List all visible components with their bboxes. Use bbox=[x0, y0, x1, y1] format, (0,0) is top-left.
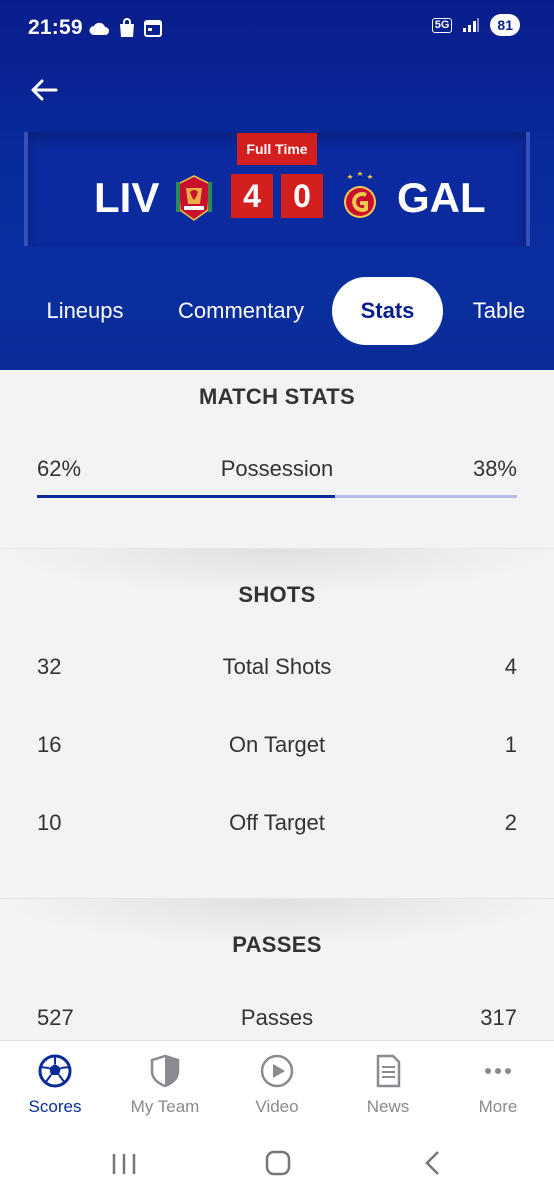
stats-content[interactable]: MATCH STATS 62% Possession 38% SHOTS 32 … bbox=[0, 370, 554, 1040]
home-team-name: LIV bbox=[94, 174, 160, 221]
recent-apps-icon[interactable] bbox=[108, 1150, 140, 1178]
system-back-icon[interactable] bbox=[420, 1148, 446, 1178]
match-tabs: Lineups Commentary Stats Table bbox=[0, 277, 554, 345]
back-arrow-icon[interactable] bbox=[26, 72, 62, 108]
nav-my-team-label: My Team bbox=[130, 1097, 200, 1116]
stat-row-passes: 527 Passes 317 bbox=[37, 1005, 517, 1035]
match-header: 21:59 5G 81 Full Time LIV 4 0 GAL Lineup… bbox=[0, 0, 554, 370]
off-target-label: Off Target bbox=[229, 810, 325, 835]
signal-icon bbox=[463, 18, 480, 32]
away-off-target: 2 bbox=[504, 810, 517, 835]
shield-icon bbox=[150, 1054, 180, 1088]
tab-commentary[interactable]: Commentary bbox=[160, 277, 322, 345]
status-time: 21:59 bbox=[28, 16, 83, 39]
nav-video-label: Video bbox=[255, 1097, 299, 1116]
away-passes: 317 bbox=[480, 1005, 517, 1030]
nav-scores-label: Scores bbox=[28, 1097, 82, 1116]
possession-bar-home-fill bbox=[37, 495, 335, 498]
network-icon: 5G bbox=[431, 17, 453, 33]
tab-lineups[interactable]: Lineups bbox=[26, 277, 144, 345]
possession-bar bbox=[37, 495, 517, 498]
stat-row-off-target: 10 Off Target 2 bbox=[37, 810, 517, 840]
nav-more-label: More bbox=[478, 1097, 518, 1116]
match-status-badge: Full Time bbox=[237, 133, 317, 165]
nav-news[interactable]: News bbox=[333, 1041, 443, 1131]
calendar-icon bbox=[144, 20, 162, 37]
away-team-name: GAL bbox=[397, 174, 486, 221]
bottom-navigation: Scores My Team Video News More bbox=[0, 1040, 554, 1130]
home-score: 4 bbox=[231, 174, 273, 218]
passes-title: PASSES bbox=[232, 932, 322, 957]
system-navigation-bar bbox=[0, 1130, 554, 1200]
stat-row-total-shots: 32 Total Shots 4 bbox=[37, 654, 517, 684]
nav-news-label: News bbox=[366, 1097, 410, 1116]
play-icon bbox=[260, 1054, 294, 1088]
status-bar: 21:59 5G 81 bbox=[0, 0, 554, 58]
total-shots-label: Total Shots bbox=[222, 654, 332, 679]
document-icon bbox=[376, 1054, 401, 1088]
shopping-bag-icon bbox=[120, 18, 134, 37]
nav-more[interactable]: More bbox=[443, 1041, 553, 1131]
possession-label: Possession bbox=[220, 456, 334, 481]
away-possession: 38% bbox=[472, 456, 517, 481]
football-icon bbox=[38, 1054, 72, 1088]
galatasaray-crest-icon bbox=[344, 171, 376, 218]
home-icon[interactable] bbox=[263, 1148, 293, 1178]
shots-title: SHOTS bbox=[238, 582, 316, 607]
nav-my-team[interactable]: My Team bbox=[110, 1041, 220, 1131]
passes-label: Passes bbox=[240, 1005, 314, 1030]
battery-badge: 81 bbox=[490, 14, 520, 36]
on-target-label: On Target bbox=[228, 732, 326, 757]
possession-row: 62% Possession 38% bbox=[37, 456, 517, 486]
liverpool-crest-icon bbox=[176, 175, 212, 221]
match-stats-title: MATCH STATS bbox=[198, 384, 356, 409]
away-score: 0 bbox=[281, 174, 323, 218]
tab-stats[interactable]: Stats bbox=[332, 277, 443, 345]
cloud-icon bbox=[89, 22, 109, 35]
away-on-target: 1 bbox=[504, 732, 517, 757]
away-total-shots: 4 bbox=[504, 654, 517, 679]
more-dots-icon bbox=[485, 1068, 511, 1074]
stat-row-on-target: 16 On Target 1 bbox=[37, 732, 517, 762]
tab-table[interactable]: Table bbox=[460, 277, 538, 345]
nav-scores[interactable]: Scores bbox=[0, 1041, 110, 1131]
nav-video[interactable]: Video bbox=[222, 1041, 332, 1131]
